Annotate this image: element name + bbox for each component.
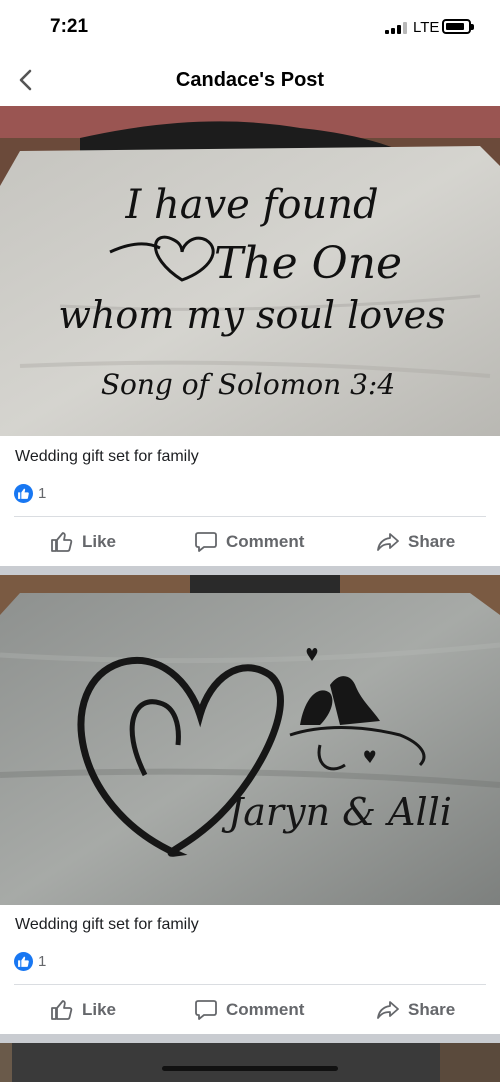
reaction-count: 1 <box>38 953 47 970</box>
post-photo-1[interactable]: I have found The One whom my soul loves … <box>0 106 500 436</box>
reaction-count: 1 <box>38 485 47 502</box>
sign-text-line1: I have found <box>124 182 378 228</box>
like-button[interactable]: Like <box>50 985 116 1035</box>
thumbs-up-icon <box>51 1000 73 1020</box>
page-title: Candace's Post <box>175 69 325 91</box>
sign-text-line3: whom my soul loves <box>58 293 445 337</box>
share-label: Share <box>408 532 456 551</box>
share-label: Share <box>408 1000 456 1019</box>
thumbs-up-icon <box>51 532 73 552</box>
share-button[interactable]: Share <box>376 517 455 567</box>
post-separator <box>0 1034 500 1043</box>
carrier-label: LTE <box>413 19 440 36</box>
nav-bar: Candace's Post <box>0 56 500 106</box>
comment-label: Comment <box>226 1000 305 1019</box>
like-label: Like <box>82 1000 117 1019</box>
share-button[interactable]: Share <box>376 985 455 1035</box>
post-actions-1: Like Comment Share <box>0 517 500 567</box>
names-text: Jaryn & Alli <box>221 790 452 834</box>
speech-bubble-icon <box>195 1000 217 1020</box>
sign-text-line2: The One <box>214 238 402 289</box>
speech-bubble-icon <box>195 532 217 552</box>
post-photo-3[interactable] <box>0 1043 500 1082</box>
post-actions-2: Like Comment Share <box>0 985 500 1035</box>
like-button[interactable]: Like <box>50 517 116 567</box>
comment-label: Comment <box>226 532 305 551</box>
status-bar: 7:21 LTE <box>0 0 500 56</box>
post-photo-2[interactable]: Jaryn & Alli <box>0 575 500 905</box>
share-arrow-icon <box>377 1001 399 1019</box>
share-arrow-icon <box>377 533 399 551</box>
post-caption-1: Wedding gift set for family <box>15 448 199 465</box>
comment-button[interactable]: Comment <box>194 985 304 1035</box>
signal-icon <box>385 22 409 34</box>
comment-button[interactable]: Comment <box>194 517 304 567</box>
sign-text-line4: Song of Solomon 3:4 <box>101 368 395 401</box>
status-time: 7:21 <box>50 16 89 37</box>
post-caption-2: Wedding gift set for family <box>15 916 199 933</box>
home-indicator[interactable] <box>162 1066 338 1071</box>
like-reaction-icon <box>14 952 33 971</box>
like-reaction-icon <box>14 484 33 503</box>
battery-icon <box>442 19 474 34</box>
like-label: Like <box>82 532 117 551</box>
post-separator <box>0 566 500 575</box>
